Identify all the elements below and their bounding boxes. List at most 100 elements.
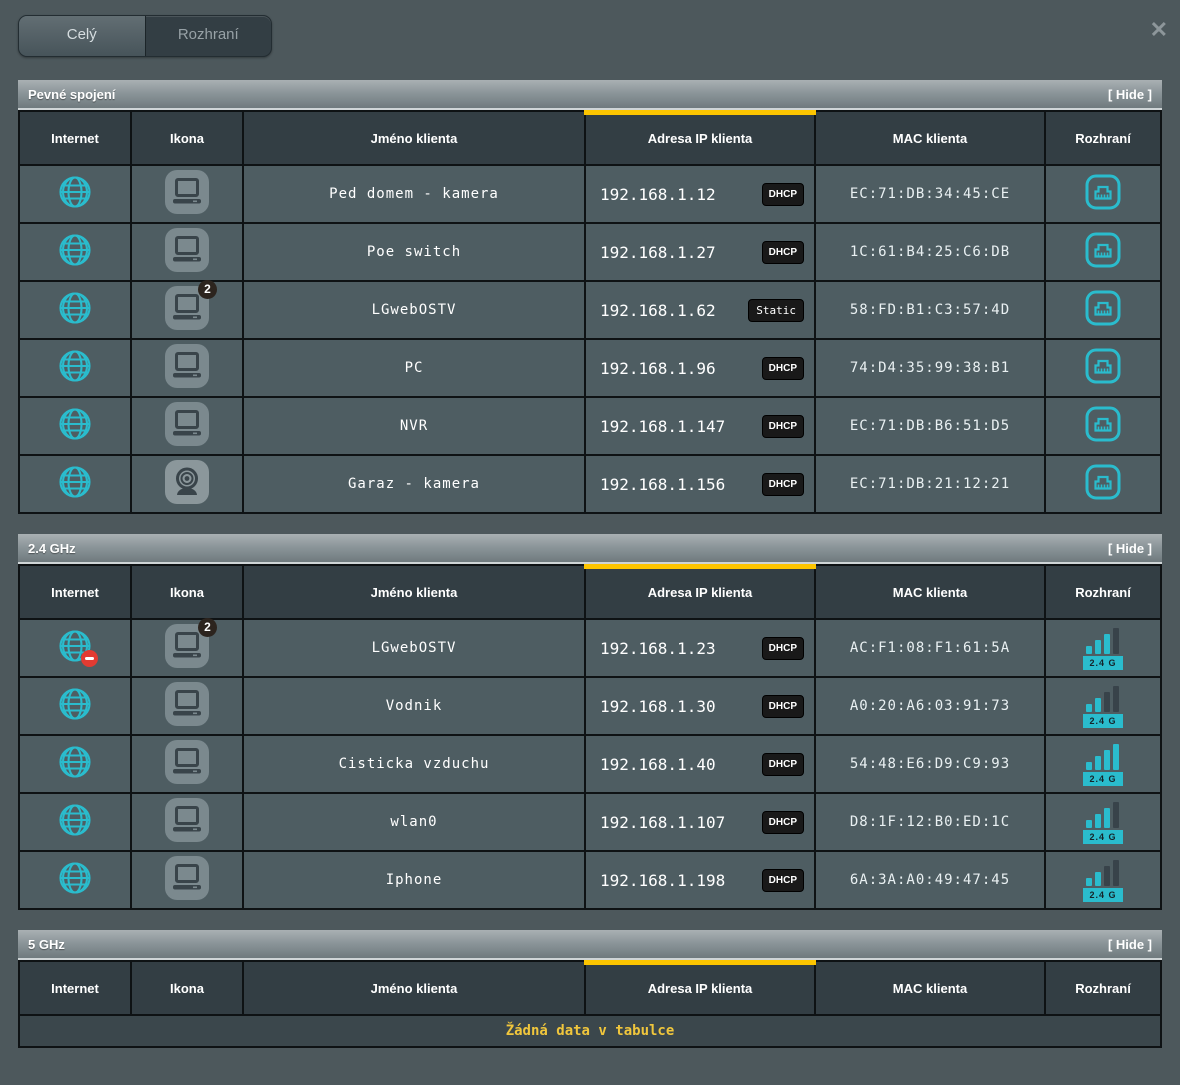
signal-bars (1086, 685, 1119, 712)
laptop-icon (164, 434, 210, 451)
ip-cell: 192.168.1.27 DHCP (585, 223, 815, 281)
internet-status-icon[interactable] (55, 800, 95, 840)
column-header-adresa-ip[interactable]: Adresa IP klienta (585, 961, 815, 1015)
internet-status-icon[interactable] (55, 404, 95, 444)
column-header-ikona[interactable]: Ikona (131, 565, 243, 619)
column-header-jmeno-klienta[interactable]: Jméno klienta (243, 565, 585, 619)
wifi-signal-icon: 2.4 G (1083, 685, 1122, 728)
client-row[interactable]: Poe switch 192.168.1.27 DHCP 1C:61:B4:25… (19, 223, 1161, 281)
hide-link[interactable]: [ Hide ] (1108, 87, 1152, 102)
device-icon[interactable] (164, 855, 210, 901)
mac-cell: 74:D4:35:99:38:B1 (815, 339, 1045, 397)
ip-cell: 192.168.1.198 DHCP (585, 851, 815, 909)
icon-cell (131, 851, 243, 909)
blocked-badge-icon (81, 650, 98, 667)
column-header-adresa-ip[interactable]: Adresa IP klienta (585, 565, 815, 619)
column-header-mac[interactable]: MAC klienta (815, 111, 1045, 165)
device-icon[interactable] (164, 343, 210, 389)
ip-type-badge: DHCP (762, 811, 804, 834)
tab-rozhrani[interactable]: Rozhraní (146, 16, 272, 56)
internet-status-icon[interactable] (55, 462, 95, 502)
name-cell: LGwebOSTV (243, 281, 585, 339)
icon-cell: 2 (131, 281, 243, 339)
column-header-internet[interactable]: Internet (19, 961, 131, 1015)
section-header-bar: 5 GHz [ Hide ] (18, 930, 1162, 960)
close-icon[interactable]: ✕ (1150, 19, 1168, 41)
internet-cell (19, 619, 131, 677)
internet-status-icon[interactable] (55, 230, 95, 270)
internet-cell (19, 223, 131, 281)
device-icon[interactable] (164, 401, 210, 447)
column-header-jmeno-klienta[interactable]: Jméno klienta (243, 111, 585, 165)
device-icon[interactable]: 2 (164, 285, 210, 331)
name-cell: Vodnik (243, 677, 585, 735)
ethernet-icon (1083, 462, 1123, 507)
column-header-mac[interactable]: MAC klienta (815, 961, 1045, 1015)
name-cell: wlan0 (243, 793, 585, 851)
column-header-internet[interactable]: Internet (19, 111, 131, 165)
client-row[interactable]: Garaz - kamera 192.168.1.156 DHCP EC:71:… (19, 455, 1161, 513)
empty-message: Žádná data v tabulce (19, 1015, 1161, 1047)
hide-link[interactable]: [ Hide ] (1108, 937, 1152, 952)
client-row[interactable]: Vodnik 192.168.1.30 DHCP A0:20:A6:03:91:… (19, 677, 1161, 735)
hide-link[interactable]: [ Hide ] (1108, 541, 1152, 556)
client-name: PC (405, 360, 424, 376)
column-header-rozhrani[interactable]: Rozhraní (1045, 565, 1161, 619)
device-icon[interactable] (164, 681, 210, 727)
device-icon[interactable] (164, 227, 210, 273)
client-row[interactable]: 2 LGwebOSTV 192.168.1.23 DHCP AC:F1:08:F… (19, 619, 1161, 677)
client-row[interactable]: wlan0 192.168.1.107 DHCP D8:1F:12:B0:ED:… (19, 793, 1161, 851)
globe-icon (55, 827, 95, 844)
client-row[interactable]: 2 LGwebOSTV 192.168.1.62 Static 58:FD:B1… (19, 281, 1161, 339)
column-header-jmeno-klienta[interactable]: Jméno klienta (243, 961, 585, 1015)
internet-status-icon[interactable] (55, 742, 95, 782)
internet-status-icon[interactable] (55, 172, 95, 212)
ethernet-icon (1083, 346, 1123, 391)
column-header-rozhrani[interactable]: Rozhraní (1045, 111, 1161, 165)
ip-cell: 192.168.1.147 DHCP (585, 397, 815, 455)
client-row[interactable]: PC 192.168.1.96 DHCP 74:D4:35:99:38:B1 (19, 339, 1161, 397)
signal-bars (1086, 859, 1119, 886)
mac-cell: 1C:61:B4:25:C6:DB (815, 223, 1045, 281)
column-header-internet[interactable]: Internet (19, 565, 131, 619)
internet-status-icon[interactable] (55, 626, 95, 666)
device-icon[interactable] (164, 797, 210, 843)
internet-status-icon[interactable] (55, 858, 95, 898)
column-header-mac[interactable]: MAC klienta (815, 565, 1045, 619)
laptop-icon (164, 888, 210, 905)
column-header-ikona[interactable]: Ikona (131, 961, 243, 1015)
client-name: Vodnik (386, 698, 443, 714)
internet-status-icon[interactable] (55, 346, 95, 386)
client-ip: 192.168.1.12 (600, 185, 716, 204)
device-icon[interactable] (164, 459, 210, 505)
interface-cell: 2.4 G (1045, 619, 1161, 677)
column-header-rozhrani[interactable]: Rozhraní (1045, 961, 1161, 1015)
interface-cell (1045, 339, 1161, 397)
tab-cely[interactable]: Celý (19, 16, 146, 56)
icon-cell (131, 677, 243, 735)
client-mac: A0:20:A6:03:91:73 (850, 698, 1010, 714)
wifi-signal-icon: 2.4 G (1083, 627, 1122, 670)
name-cell: Iphone (243, 851, 585, 909)
ip-cell: 192.168.1.62 Static (585, 281, 815, 339)
count-badge: 2 (198, 280, 217, 299)
ip-type-badge: Static (748, 299, 804, 322)
band-badge: 2.4 G (1083, 656, 1122, 670)
ip-type-badge: DHCP (762, 183, 804, 206)
client-row[interactable]: Cisticka vzduchu 192.168.1.40 DHCP 54:48… (19, 735, 1161, 793)
device-icon[interactable] (164, 739, 210, 785)
client-row[interactable]: Ped domem - kamera 192.168.1.12 DHCP EC:… (19, 165, 1161, 223)
column-header-ikona[interactable]: Ikona (131, 111, 243, 165)
device-icon[interactable] (164, 169, 210, 215)
internet-status-icon[interactable] (55, 684, 95, 724)
column-header-adresa-ip[interactable]: Adresa IP klienta (585, 111, 815, 165)
client-table: Internet Ikona Jméno klienta Adresa IP k… (18, 564, 1162, 910)
client-name: LGwebOSTV (372, 302, 457, 318)
internet-status-icon[interactable] (55, 288, 95, 328)
ethernet-icon (1083, 172, 1123, 217)
icon-cell (131, 165, 243, 223)
device-icon[interactable]: 2 (164, 623, 210, 669)
client-row[interactable]: Iphone 192.168.1.198 DHCP 6A:3A:A0:49:47… (19, 851, 1161, 909)
mac-cell: EC:71:DB:B6:51:D5 (815, 397, 1045, 455)
client-row[interactable]: NVR 192.168.1.147 DHCP EC:71:DB:B6:51:D5 (19, 397, 1161, 455)
